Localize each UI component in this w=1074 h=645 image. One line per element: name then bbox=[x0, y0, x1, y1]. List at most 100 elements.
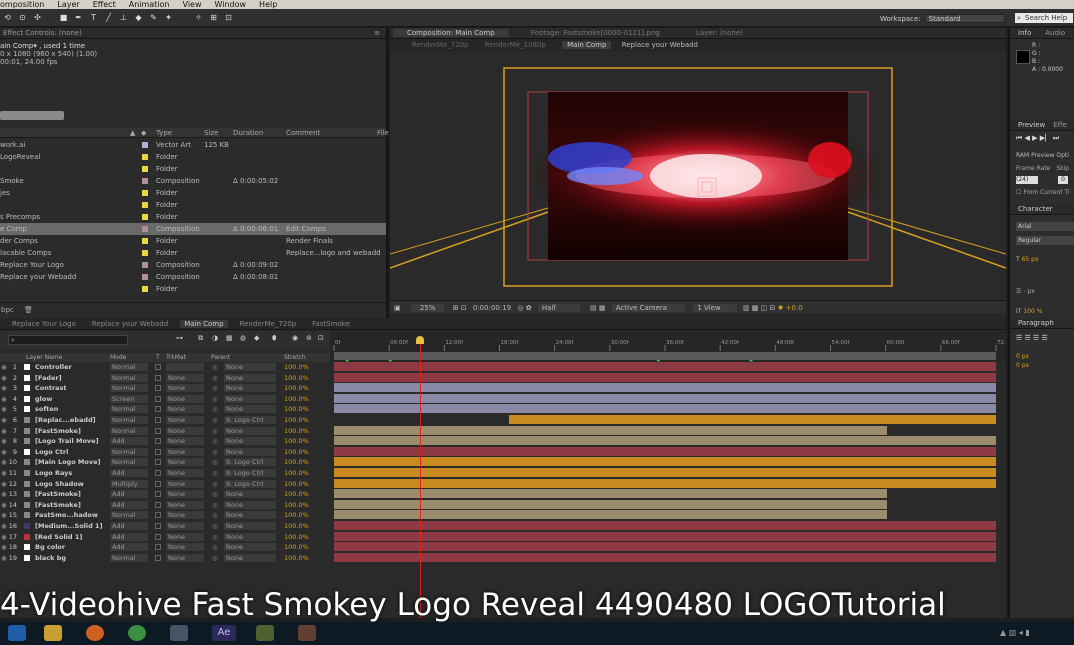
label-color-swatch[interactable] bbox=[142, 274, 148, 280]
layer-name[interactable]: FastSmo...hadow bbox=[35, 510, 98, 521]
layer-visibility-icon[interactable]: ◉ bbox=[1, 510, 7, 521]
label-color-swatch[interactable] bbox=[142, 286, 148, 292]
column-size[interactable]: Size bbox=[204, 129, 218, 137]
layer-visibility-icon[interactable]: ◉ bbox=[1, 532, 7, 543]
align-right-icon[interactable]: ☰ bbox=[1033, 334, 1039, 342]
stretch-value[interactable]: 100.0% bbox=[284, 489, 309, 500]
preserve-transparency-checkbox[interactable] bbox=[155, 448, 161, 455]
frame-rate-dropdown[interactable]: (24) bbox=[1016, 176, 1038, 184]
parent-dropdown[interactable]: None bbox=[224, 405, 276, 414]
parent-pickwhip-icon[interactable]: ◎ bbox=[212, 489, 218, 500]
parent-dropdown[interactable]: None bbox=[224, 553, 276, 562]
layer-visibility-icon[interactable]: ◉ bbox=[1, 404, 7, 415]
layer-row[interactable]: ◉ 6 [Replac...ebadd] Normal None ◎ 9. Logo Ctr… bbox=[0, 415, 330, 426]
stretch-value[interactable]: 100.0% bbox=[284, 542, 309, 553]
track-matte-dropdown[interactable]: None bbox=[166, 468, 204, 477]
layer-visibility-icon[interactable]: ◉ bbox=[1, 426, 7, 437]
prev-frame-icon[interactable]: ◀ bbox=[1025, 134, 1030, 142]
app2-icon[interactable] bbox=[256, 625, 274, 641]
label-color-swatch[interactable] bbox=[142, 214, 148, 220]
stretch-value[interactable]: 100.0% bbox=[284, 362, 309, 373]
current-time-indicator[interactable] bbox=[420, 336, 422, 618]
transparency-grid-icon[interactable]: ▦ bbox=[599, 304, 606, 312]
preserve-transparency-checkbox[interactable] bbox=[155, 491, 161, 498]
layer-duration-bar[interactable] bbox=[334, 478, 996, 488]
brainstorm-icon[interactable]: ◆ bbox=[254, 334, 259, 342]
layer-visibility-icon[interactable]: ◉ bbox=[1, 542, 7, 553]
label-color-swatch[interactable] bbox=[142, 238, 148, 244]
label-color-swatch[interactable] bbox=[142, 178, 148, 184]
play-icon[interactable]: ▶ bbox=[1032, 134, 1037, 142]
parent-pickwhip-icon[interactable]: ◎ bbox=[212, 447, 218, 458]
column-type[interactable]: Type bbox=[156, 129, 172, 137]
stretch-value[interactable]: 100.0% bbox=[284, 510, 309, 521]
indent-first-value[interactable]: 0 px bbox=[1016, 361, 1029, 370]
label-color-swatch[interactable] bbox=[142, 142, 148, 148]
menu-item-help[interactable]: Help bbox=[259, 0, 277, 9]
menu-item-animation[interactable]: Animation bbox=[129, 0, 170, 9]
project-item[interactable]: jes Folder bbox=[0, 187, 386, 199]
parent-dropdown[interactable]: 9. Logo Ctrl bbox=[224, 479, 276, 488]
layer-row[interactable]: ◉ 9 Logo Ctrl Normal None ◎ None 100.0% bbox=[0, 447, 330, 458]
column-trkmat[interactable]: TrkMat bbox=[166, 353, 186, 362]
label-color-swatch[interactable] bbox=[142, 226, 148, 232]
layer-name[interactable]: glow bbox=[35, 394, 52, 405]
trash-icon[interactable]: 🗑 bbox=[24, 306, 33, 314]
draft-3d-icon[interactable]: ⧉ bbox=[198, 334, 203, 343]
layer-row[interactable]: ◉ 8 [Logo Trail Move] Add None ◎ None 100.0% bbox=[0, 436, 330, 447]
exposure-value[interactable]: +0.0 bbox=[786, 304, 803, 312]
tracking-value[interactable]: - px bbox=[1023, 288, 1034, 295]
layer-duration-bar[interactable] bbox=[509, 415, 996, 424]
parent-dropdown[interactable]: None bbox=[224, 532, 276, 541]
layer-visibility-icon[interactable]: ◉ bbox=[1, 468, 7, 479]
layer-name[interactable]: Controller bbox=[35, 362, 72, 373]
always-preview-icon[interactable]: ▣ bbox=[394, 304, 401, 312]
project-search-field[interactable] bbox=[0, 111, 64, 120]
label-color-swatch[interactable] bbox=[142, 262, 148, 268]
justify-icon[interactable]: ☰ bbox=[1042, 334, 1048, 342]
app-icon[interactable] bbox=[170, 625, 188, 641]
parent-pickwhip-icon[interactable]: ◎ bbox=[212, 394, 218, 405]
track-matte-dropdown[interactable]: None bbox=[166, 500, 204, 509]
layer-duration-bar[interactable] bbox=[334, 383, 996, 393]
parent-pickwhip-icon[interactable]: ◎ bbox=[212, 404, 218, 415]
blend-mode-dropdown[interactable]: Add bbox=[110, 532, 148, 541]
layer-duration-bar[interactable] bbox=[334, 446, 996, 456]
blend-mode-dropdown[interactable]: Add bbox=[110, 500, 148, 509]
track-matte-dropdown[interactable]: None bbox=[166, 384, 204, 393]
preserve-transparency-checkbox[interactable] bbox=[155, 459, 161, 466]
track-matte-dropdown[interactable]: None bbox=[166, 394, 204, 403]
parent-dropdown[interactable]: None bbox=[224, 363, 276, 371]
preserve-transparency-checkbox[interactable] bbox=[155, 512, 161, 519]
stretch-value[interactable]: 100.0% bbox=[284, 521, 309, 532]
sort-icon[interactable]: ▲ bbox=[130, 129, 135, 137]
camera-tool-icon[interactable]: ⊙ bbox=[18, 13, 27, 22]
ram-preview-options[interactable]: RAM Preview Opti bbox=[1016, 152, 1069, 159]
parent-dropdown[interactable]: None bbox=[224, 437, 276, 446]
layer-duration-bar[interactable] bbox=[334, 362, 996, 371]
layer-name[interactable]: black bg bbox=[35, 553, 66, 564]
tab-layer[interactable]: Layer: (none) bbox=[696, 29, 743, 37]
track-matte-dropdown[interactable]: None bbox=[166, 415, 204, 424]
layer-duration-bar[interactable] bbox=[334, 468, 996, 477]
first-frame-icon[interactable]: ⏮ bbox=[1016, 134, 1022, 142]
layer-visibility-icon[interactable]: ◉ bbox=[1, 415, 7, 426]
layer-duration-bar[interactable] bbox=[334, 372, 996, 382]
roto-brush-tool-icon[interactable]: ✎ bbox=[149, 13, 158, 22]
label-column-icon[interactable]: ◆ bbox=[141, 129, 146, 137]
preserve-transparency-checkbox[interactable] bbox=[155, 395, 161, 402]
layer-row[interactable]: ◉ 2 [Fader] Normal None ◎ None 100.0% bbox=[0, 373, 330, 384]
track-matte-dropdown[interactable]: None bbox=[166, 458, 204, 467]
font-size-value[interactable]: 65 px bbox=[1022, 256, 1039, 263]
axis-local-icon[interactable]: ✧ bbox=[194, 13, 203, 22]
parent-dropdown[interactable]: 9. Logo Ctrl bbox=[224, 468, 276, 477]
resolution-grid-icon[interactable]: ⊞ bbox=[453, 304, 459, 312]
stretch-value[interactable]: 100.0% bbox=[284, 415, 309, 426]
column-mode[interactable]: Mode bbox=[110, 353, 126, 362]
layer-name[interactable]: [FastSmoke] bbox=[35, 489, 81, 500]
layer-duration-bar[interactable] bbox=[334, 489, 887, 499]
layer-visibility-icon[interactable]: ◉ bbox=[1, 373, 7, 384]
next-frame-icon[interactable]: ▶▏ bbox=[1040, 134, 1051, 142]
app3-icon[interactable] bbox=[298, 625, 316, 641]
parent-pickwhip-icon[interactable]: ◎ bbox=[212, 542, 218, 553]
